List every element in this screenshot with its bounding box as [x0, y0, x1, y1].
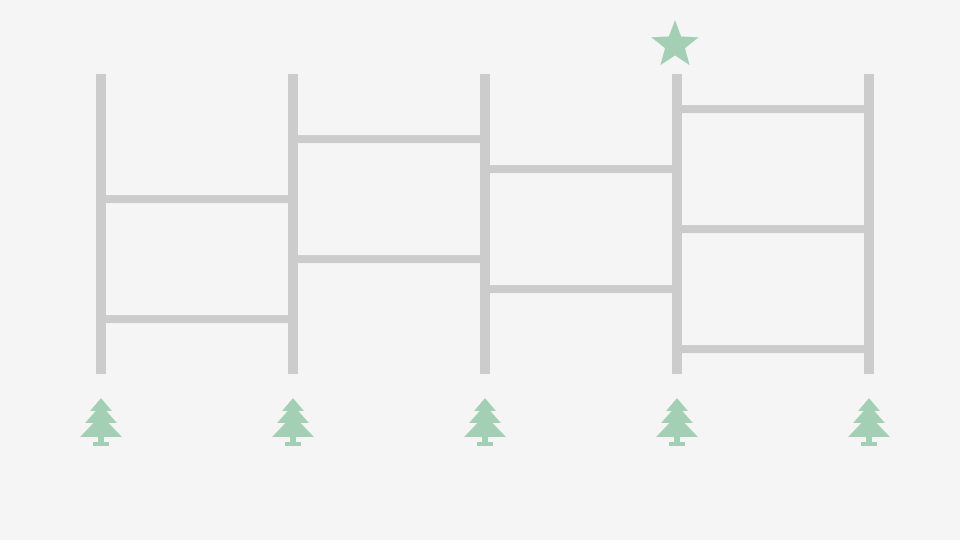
ladder-rung — [677, 345, 869, 354]
ladder-rung — [293, 255, 485, 264]
ladder-rung — [101, 315, 293, 324]
ladder-rung — [101, 195, 293, 204]
ladder-rail — [864, 74, 874, 374]
tree-icon[interactable] — [848, 398, 890, 446]
ladder-rails — [96, 74, 874, 374]
ladder-rung — [677, 225, 869, 234]
bottom-markers — [80, 398, 890, 446]
tree-icon[interactable] — [80, 398, 122, 446]
ladder-rung — [293, 135, 485, 144]
ladder-rail — [288, 74, 298, 374]
tree-icon[interactable] — [656, 398, 698, 446]
top-markers — [651, 20, 699, 66]
ladder-rail — [96, 74, 106, 374]
ladder-rail — [480, 74, 490, 374]
star-icon — [651, 20, 699, 66]
ladder-rung — [485, 165, 677, 174]
ladder-rung — [485, 285, 677, 294]
ladder-game-board — [80, 20, 890, 446]
ladder-rung — [677, 105, 869, 114]
tree-icon[interactable] — [272, 398, 314, 446]
ladder-rail — [672, 74, 682, 374]
tree-icon[interactable] — [464, 398, 506, 446]
